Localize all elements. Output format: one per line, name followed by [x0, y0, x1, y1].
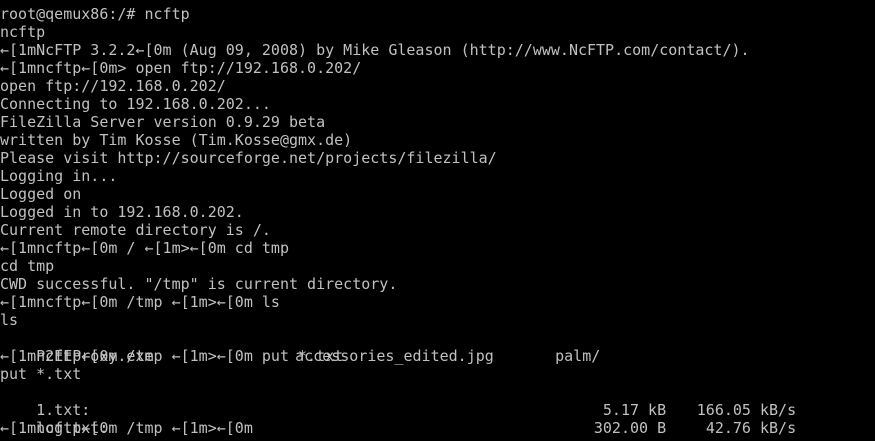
ls-output-row: P2EEProxy.exe accessories_edited.jpg palm/	[0, 329, 875, 365]
transfer-rate: 166.05 kB/s	[696, 401, 797, 419]
terminal-line: Current remote directory is /.	[0, 221, 271, 239]
terminal-window[interactable]: root@qemux86:/# ncftp ncftp ←[1mNcFTP 3.…	[0, 0, 875, 441]
terminal-line: Logged in to 192.168.0.202.	[0, 203, 244, 221]
terminal-prompt: ←[1mncftp←[0m /tmp ←[1m>←[0m	[0, 419, 253, 437]
transfer-size: 302.00 B	[593, 419, 667, 437]
ls-entry: palm/	[555, 347, 601, 365]
transfer-file-name: 1.txt:	[36, 401, 91, 419]
transfer-row: 1.txt: 5.17 kB 166.05 kB/s	[0, 383, 875, 419]
terminal-line: Please visit http://sourceforge.net/proj…	[0, 149, 497, 167]
terminal-line: cd tmp	[0, 257, 55, 275]
terminal-line: root@qemux86:/# ncftp	[0, 5, 190, 23]
terminal-line: open ftp://192.168.0.202/	[0, 77, 226, 95]
terminal-line: put *.txt	[0, 365, 82, 383]
terminal-line: CWD successful. "/tmp" is current direct…	[0, 275, 398, 293]
terminal-line: ←[1mncftp←[0m /tmp ←[1m>←[0m ls	[0, 293, 280, 311]
terminal-line: ncftp	[0, 23, 46, 41]
transfer-size: 5.17 kB	[602, 401, 667, 419]
terminal-line: written by Tim Kosse (Tim.Kosse@gmx.de)	[0, 131, 353, 149]
terminal-line: Connecting to 192.168.0.202...	[0, 95, 271, 113]
terminal-line: ←[1mncftp←[0m> open ftp://192.168.0.202/	[0, 59, 362, 77]
terminal-line: FileZilla Server version 0.9.29 beta	[0, 113, 326, 131]
terminal-line: ←[1mNcFTP 3.2.2←[0m (Aug 09, 2008) by Mi…	[0, 41, 750, 59]
transfer-rate: 42.76 kB/s	[705, 419, 797, 437]
terminal-line: ls	[0, 311, 19, 329]
terminal-line: Logged on	[0, 185, 82, 203]
terminal-line: Logging in...	[0, 167, 118, 185]
terminal-line: ←[1mncftp←[0m / ←[1m>←[0m cd tmp	[0, 239, 289, 257]
